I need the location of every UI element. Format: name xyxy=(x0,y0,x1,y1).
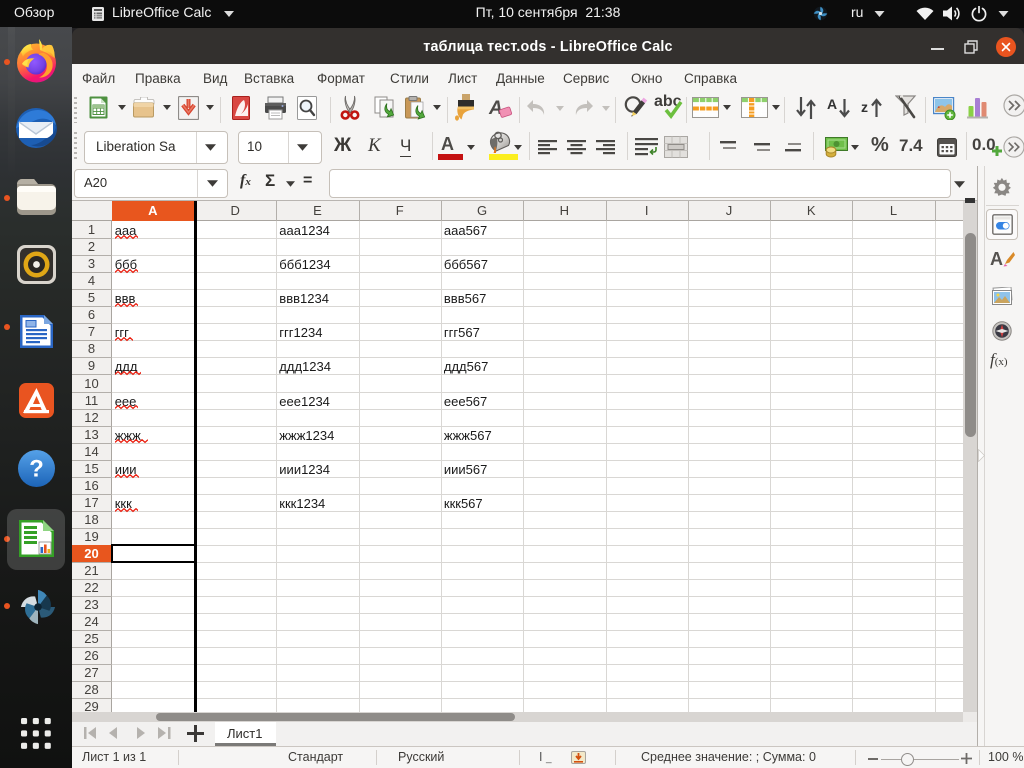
svg-text:?: ? xyxy=(29,456,44,483)
